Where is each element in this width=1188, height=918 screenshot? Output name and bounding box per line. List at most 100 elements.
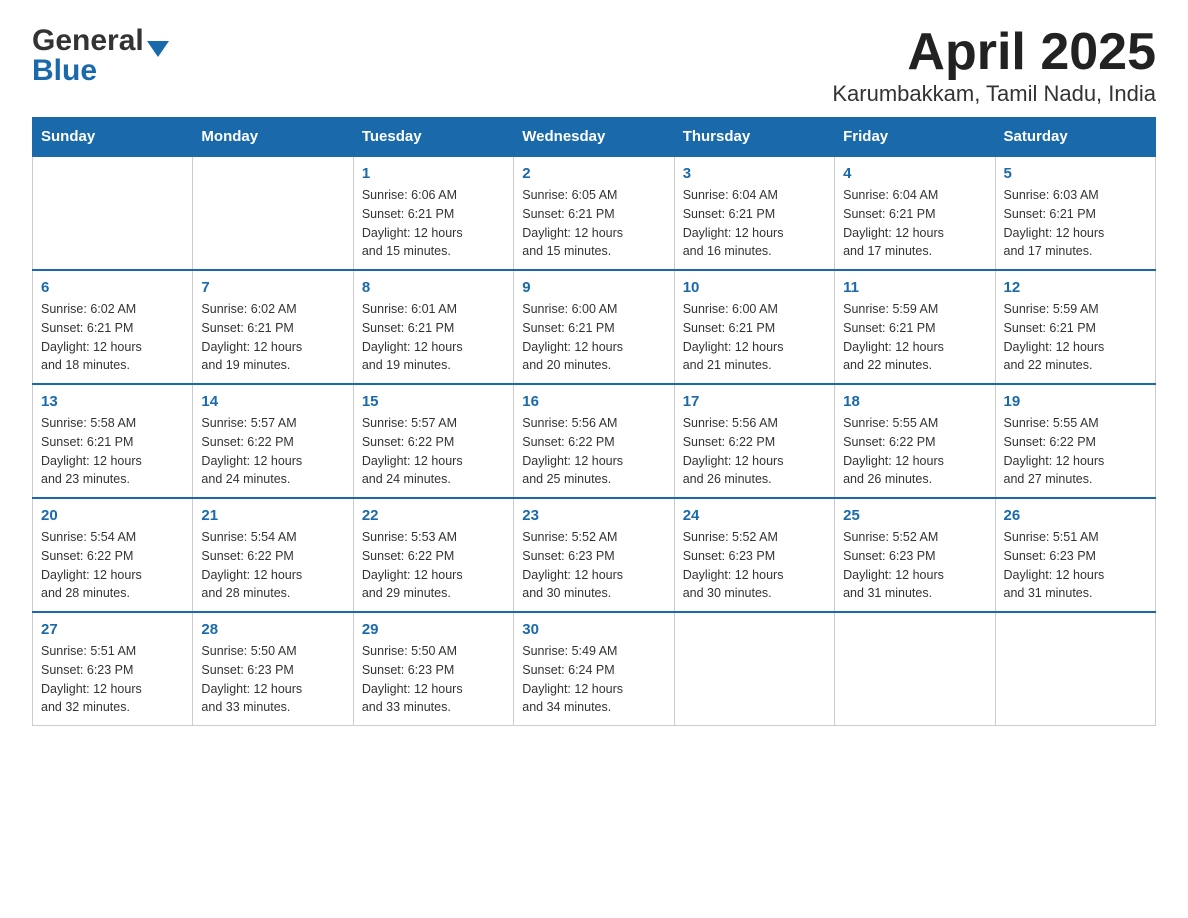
day-number: 15 (362, 393, 505, 410)
day-number: 13 (41, 393, 184, 410)
page-title: April 2025 (832, 24, 1156, 81)
day-info: Sunrise: 5:56 AMSunset: 6:22 PMDaylight:… (683, 414, 826, 489)
logo-arrow-icon (147, 41, 169, 57)
calendar-cell: 24 Sunrise: 5:52 AMSunset: 6:23 PMDayligh… (674, 498, 834, 612)
day-number: 28 (201, 621, 344, 638)
day-number: 8 (362, 279, 505, 296)
calendar-cell: 13 Sunrise: 5:58 AMSunset: 6:21 PMDayligh… (33, 384, 193, 498)
day-info: Sunrise: 5:55 AMSunset: 6:22 PMDaylight:… (1004, 414, 1147, 489)
calendar-cell: 1 Sunrise: 6:06 AMSunset: 6:21 PMDaylight… (353, 156, 513, 270)
day-number: 30 (522, 621, 665, 638)
calendar-cell: 22 Sunrise: 5:53 AMSunset: 6:22 PMDayligh… (353, 498, 513, 612)
calendar-week-2: 6 Sunrise: 6:02 AMSunset: 6:21 PMDaylight… (33, 270, 1156, 384)
day-info: Sunrise: 5:56 AMSunset: 6:22 PMDaylight:… (522, 414, 665, 489)
calendar-cell: 8 Sunrise: 6:01 AMSunset: 6:21 PMDaylight… (353, 270, 513, 384)
day-of-week-sunday: Sunday (33, 118, 193, 157)
day-number: 25 (843, 507, 986, 524)
days-of-week-row: SundayMondayTuesdayWednesdayThursdayFrid… (33, 118, 1156, 157)
day-number: 27 (41, 621, 184, 638)
calendar-cell (995, 612, 1155, 726)
calendar-cell (193, 156, 353, 270)
day-info: Sunrise: 6:01 AMSunset: 6:21 PMDaylight:… (362, 300, 505, 375)
day-of-week-saturday: Saturday (995, 118, 1155, 157)
calendar-cell: 7Sunrise: 6:02 AMSunset: 6:21 PMDaylight… (193, 270, 353, 384)
day-number: 17 (683, 393, 826, 410)
day-info: Sunrise: 5:49 AMSunset: 6:24 PMDaylight:… (522, 642, 665, 717)
calendar-cell: 6 Sunrise: 6:02 AMSunset: 6:21 PMDaylight… (33, 270, 193, 384)
logo-blue-text: Blue (32, 54, 97, 88)
calendar-cell: 23 Sunrise: 5:52 AMSunset: 6:23 PMDayligh… (514, 498, 674, 612)
day-number: 20 (41, 507, 184, 524)
day-info: Sunrise: 6:00 AMSunset: 6:21 PMDaylight:… (522, 300, 665, 375)
day-number: 12 (1004, 279, 1147, 296)
day-info: Sunrise: 5:51 AMSunset: 6:23 PMDaylight:… (1004, 528, 1147, 603)
calendar-cell: 5Sunrise: 6:03 AMSunset: 6:21 PMDaylight… (995, 156, 1155, 270)
calendar-cell: 20Sunrise: 5:54 AMSunset: 6:22 PMDayligh… (33, 498, 193, 612)
day-info: Sunrise: 5:50 AMSunset: 6:23 PMDaylight:… (362, 642, 505, 717)
day-number: 16 (522, 393, 665, 410)
day-of-week-tuesday: Tuesday (353, 118, 513, 157)
calendar-cell: 10 Sunrise: 6:00 AMSunset: 6:21 PMDayligh… (674, 270, 834, 384)
day-info: Sunrise: 6:06 AMSunset: 6:21 PMDaylight:… (362, 186, 505, 261)
day-info: Sunrise: 5:52 AMSunset: 6:23 PMDaylight:… (683, 528, 826, 603)
calendar-cell: 15 Sunrise: 5:57 AMSunset: 6:22 PMDayligh… (353, 384, 513, 498)
day-info: Sunrise: 5:59 AMSunset: 6:21 PMDaylight:… (1004, 300, 1147, 375)
day-number: 26 (1004, 507, 1147, 524)
day-info: Sunrise: 6:05 AMSunset: 6:21 PMDaylight:… (522, 186, 665, 261)
day-number: 4 (843, 165, 986, 182)
day-info: Sunrise: 5:55 AMSunset: 6:22 PMDaylight:… (843, 414, 986, 489)
day-number: 10 (683, 279, 826, 296)
calendar-week-4: 20 Sunrise: 5:54 AMSunset: 6:22 PMDayligh… (33, 498, 1156, 612)
day-of-week-monday: Monday (193, 118, 353, 157)
day-number: 24 (683, 507, 826, 524)
day-of-week-friday: Friday (835, 118, 995, 157)
day-number: 2 (522, 165, 665, 182)
day-info: Sunrise: 5:50 AMSunset: 6:23 PMDaylight:… (201, 642, 344, 717)
day-info: Sunrise: 5:59 AMSunset: 6:21 PMDaylight:… (843, 300, 986, 375)
day-number: 23 (522, 507, 665, 524)
day-number: 14 (201, 393, 344, 410)
day-info: Sunrise: 6:02 AMSunset: 6:21 PMDaylight:… (41, 300, 184, 375)
calendar-week-1: 1 Sunrise: 6:06 AMSunset: 6:21 PMDaylight… (33, 156, 1156, 270)
calendar-cell: 19Sunrise: 5:55 AMSunset: 6:22 PMDayligh… (995, 384, 1155, 498)
calendar-cell: 2 Sunrise: 6:05 AMSunset: 6:21 PMDaylight… (514, 156, 674, 270)
day-info: Sunrise: 6:03 AMSunset: 6:21 PMDaylight:… (1004, 186, 1147, 261)
day-of-week-wednesday: Wednesday (514, 118, 674, 157)
day-info: Sunrise: 5:54 AMSunset: 6:22 PMDaylight:… (201, 528, 344, 603)
day-number: 1 (362, 165, 505, 182)
calendar-cell (835, 612, 995, 726)
calendar-cell: 18 Sunrise: 5:55 AMSunset: 6:22 PMDayligh… (835, 384, 995, 498)
calendar-cell: 11 Sunrise: 5:59 AMSunset: 6:21 PMDayligh… (835, 270, 995, 384)
logo-general-text: General (32, 24, 144, 58)
calendar-cell: 27Sunrise: 5:51 AMSunset: 6:23 PMDayligh… (33, 612, 193, 726)
day-info: Sunrise: 6:02 AMSunset: 6:21 PMDaylight:… (201, 300, 344, 375)
calendar-cell: 4 Sunrise: 6:04 AMSunset: 6:21 PMDaylight… (835, 156, 995, 270)
calendar-cell: 12 Sunrise: 5:59 AMSunset: 6:21 PMDayligh… (995, 270, 1155, 384)
day-info: Sunrise: 6:00 AMSunset: 6:21 PMDaylight:… (683, 300, 826, 375)
day-number: 29 (362, 621, 505, 638)
day-info: Sunrise: 5:52 AMSunset: 6:23 PMDaylight:… (522, 528, 665, 603)
calendar-cell: 9Sunrise: 6:00 AMSunset: 6:21 PMDaylight… (514, 270, 674, 384)
calendar-week-5: 27Sunrise: 5:51 AMSunset: 6:23 PMDayligh… (33, 612, 1156, 726)
day-number: 3 (683, 165, 826, 182)
day-info: Sunrise: 5:57 AMSunset: 6:22 PMDaylight:… (362, 414, 505, 489)
calendar-cell: 29 Sunrise: 5:50 AMSunset: 6:23 PMDayligh… (353, 612, 513, 726)
day-number: 18 (843, 393, 986, 410)
calendar-cell: 26 Sunrise: 5:51 AMSunset: 6:23 PMDayligh… (995, 498, 1155, 612)
day-of-week-thursday: Thursday (674, 118, 834, 157)
day-info: Sunrise: 5:53 AMSunset: 6:22 PMDaylight:… (362, 528, 505, 603)
day-info: Sunrise: 5:52 AMSunset: 6:23 PMDaylight:… (843, 528, 986, 603)
calendar-cell: 14Sunrise: 5:57 AMSunset: 6:22 PMDayligh… (193, 384, 353, 498)
day-number: 11 (843, 279, 986, 296)
day-number: 6 (41, 279, 184, 296)
day-info: Sunrise: 5:58 AMSunset: 6:21 PMDaylight:… (41, 414, 184, 489)
calendar-cell: 16 Sunrise: 5:56 AMSunset: 6:22 PMDayligh… (514, 384, 674, 498)
calendar-cell (674, 612, 834, 726)
day-info: Sunrise: 6:04 AMSunset: 6:21 PMDaylight:… (683, 186, 826, 261)
calendar-header: SundayMondayTuesdayWednesdayThursdayFrid… (33, 118, 1156, 157)
calendar-table: SundayMondayTuesdayWednesdayThursdayFrid… (32, 117, 1156, 726)
day-number: 22 (362, 507, 505, 524)
day-info: Sunrise: 6:04 AMSunset: 6:21 PMDaylight:… (843, 186, 986, 261)
calendar-body: 1 Sunrise: 6:06 AMSunset: 6:21 PMDaylight… (33, 156, 1156, 726)
calendar-cell (33, 156, 193, 270)
